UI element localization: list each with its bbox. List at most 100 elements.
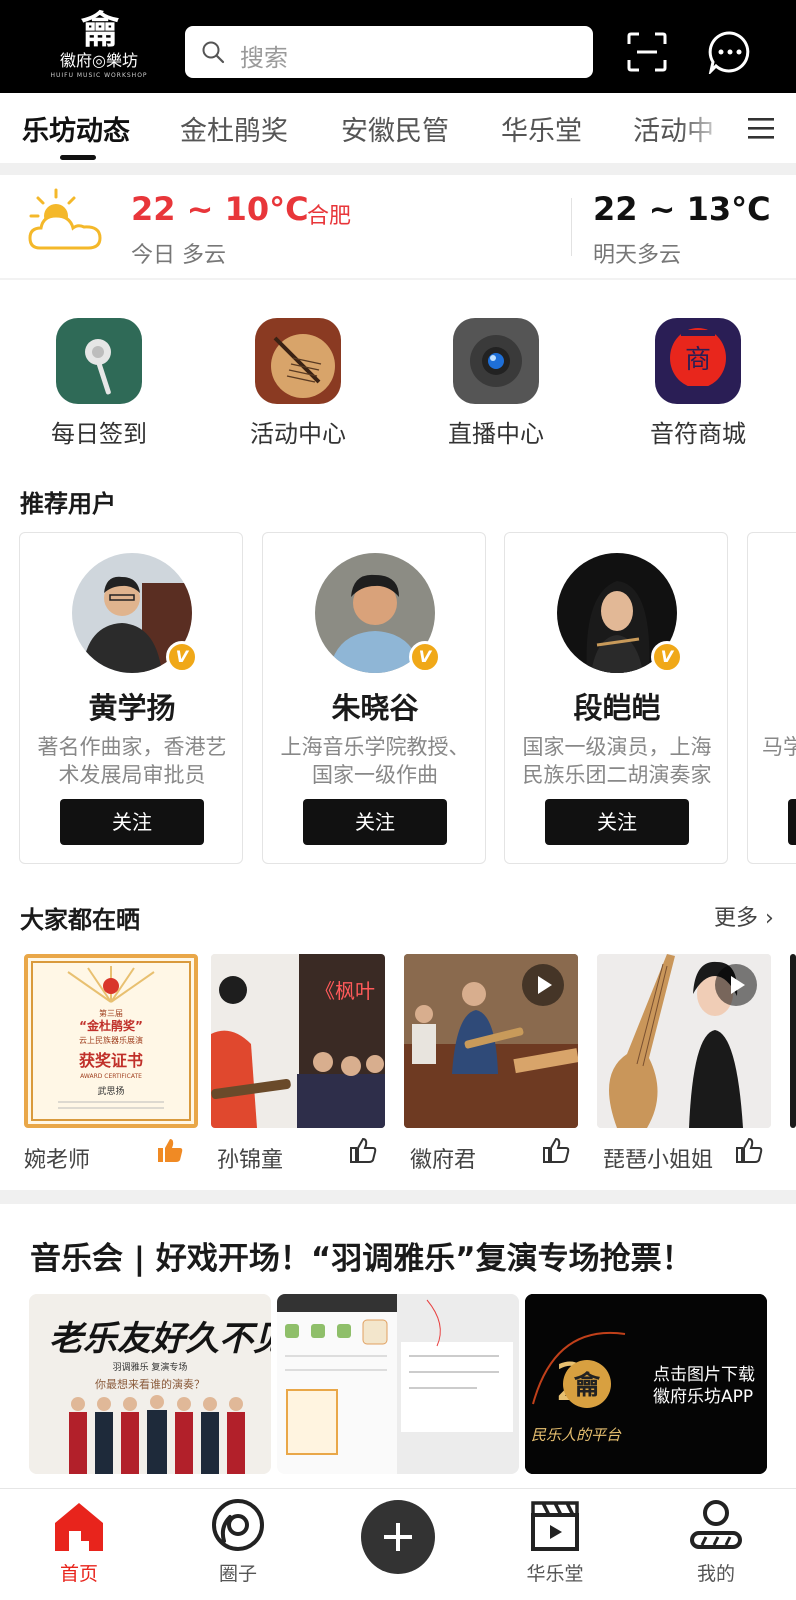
poster-title: 老乐友好久不见 [49,1319,271,1359]
live-center-label[interactable]: 直播中心 [426,414,566,449]
profile-icon [690,1500,742,1549]
tab-hualetang[interactable]: 华乐堂 [501,109,582,148]
circle-icon [212,1499,264,1551]
thumbs-up-icon[interactable] [735,1136,763,1164]
cert-event: 云上民族器乐展演 [79,1035,143,1045]
tab-golden-azalea[interactable]: 金杜鹃奖 [180,109,288,148]
app-root: 龠 徽府◎樂坊 HUIFU MUSIC WORKSHOP 搜索 乐坊动态 金杜鹃… [0,0,796,1600]
more-link[interactable]: 更多 › [714,900,774,932]
post-image-partial[interactable] [790,954,796,1128]
search-input[interactable]: 搜索 [185,26,593,78]
search-icon [202,41,225,64]
weather-divider-line [0,278,796,280]
poster-line: 你最想来看谁的演奏？ [95,1377,205,1391]
tab-lefang-news[interactable]: 乐坊动态 [22,109,130,148]
section-divider [0,163,796,175]
activity-center-icon[interactable] [255,318,341,404]
play-icon[interactable] [522,964,564,1006]
recommended-users-title: 推荐用户 [20,490,116,518]
user-card-partial[interactable]: 马学会 关注 [747,532,796,864]
post-image[interactable] [404,954,578,1128]
thumbs-up-icon[interactable] [349,1136,377,1164]
active-tab-indicator [60,155,96,160]
daily-checkin-icon[interactable] [56,318,142,404]
logo-name: 徽府◎樂坊 [60,51,138,70]
play-icon[interactable] [715,964,757,1006]
user-name: 段皑皑 [573,691,661,725]
post-image[interactable] [597,954,771,1128]
scan-icon[interactable] [625,30,669,74]
cert-en: AWARD CERTIFICATE [80,1073,142,1080]
post-author[interactable]: 婉老师 [24,1142,90,1174]
article-image[interactable] [277,1294,519,1474]
post-author[interactable]: 徽府君 [410,1142,476,1174]
daily-checkin-label[interactable]: 每日签到 [29,414,169,449]
clapperboard-icon [531,1501,579,1551]
note-mall-label[interactable]: 音符商城 [628,414,768,449]
nav-home[interactable]: 首页 [19,1497,139,1587]
user-name: 黄学扬 [88,691,176,725]
nav-home-label: 首页 [59,1563,98,1585]
tomorrow-weather-desc: 明天多云 [593,243,682,268]
follow-button[interactable]: 关注 [303,799,447,845]
tab-fade [680,93,730,163]
user-description: 著名作曲家，香港艺术发展局审批员 [37,735,227,787]
logo-mark: 龠 [80,8,119,52]
logo-subtitle: HUIFU MUSIC WORKSHOP [50,72,148,79]
verified-badge: V [166,641,198,673]
nav-circle-label: 圈子 [218,1563,257,1585]
activity-center-label[interactable]: 活动中心 [228,414,368,449]
partly-cloudy-icon [28,188,102,250]
live-center-icon[interactable] [453,318,539,404]
poster-subtitle: 羽调雅乐 复演专场 [113,1361,188,1373]
user-card[interactable]: V 段皑皑 国家一级演员，上海民族乐团二胡演奏家 关注 [504,532,728,864]
nav-circle[interactable]: 圈子 [178,1497,298,1587]
message-bubble-icon[interactable] [708,30,752,74]
tab-anhui-guan[interactable]: 安徽民管 [341,109,449,148]
posts-section-title: 大家都在晒 [20,906,140,934]
post-image[interactable]: 《枫叶 [211,954,385,1128]
thumbs-up-icon[interactable] [542,1136,570,1164]
nav-hualetang-label: 华乐堂 [526,1563,584,1585]
add-post-button[interactable] [361,1500,435,1574]
cert-edition: 第三届 [99,1008,123,1018]
search-placeholder: 搜索 [240,44,288,72]
user-card[interactable]: V 朱晓谷 上海音乐学院教授、国家一级作曲 关注 [262,532,486,864]
user-description: 上海音乐学院教授、国家一级作曲 [280,735,470,787]
menu-icon[interactable] [748,116,774,140]
follow-button[interactable]: 关注 [60,799,204,845]
weather-city[interactable]: 合肥 [307,198,351,230]
app-logo[interactable]: 龠 徽府◎樂坊 HUIFU MUSIC WORKSHOP [44,10,154,86]
promo-line2: 徽府乐坊APP [653,1387,753,1407]
more-label: 更多 [714,906,759,931]
user-description: 马学会 [762,735,796,759]
section-divider [0,1190,796,1204]
verified-badge: V [651,641,683,673]
note-mall-icon[interactable]: 商 [655,318,741,404]
user-card[interactable]: V 黄学扬 著名作曲家，香港艺术发展局审批员 关注 [19,532,243,864]
follow-button[interactable]: 关注 [788,799,796,845]
post-author[interactable]: 琵琶小姐姐 [603,1142,713,1174]
promo-slogan: 民乐人的平台 [531,1426,622,1444]
promo-logo-mark: 龠 [573,1370,600,1401]
chevron-right-icon: › [765,906,774,931]
cert-name: 武思扬 [97,1085,124,1097]
thumbs-up-icon[interactable] [156,1136,184,1164]
article-title[interactable]: 音乐会 | 好戏开场！“羽调雅乐”复演专场抢票！ [30,1233,693,1278]
follow-button[interactable]: 关注 [545,799,689,845]
user-name: 朱晓谷 [331,691,419,725]
today-weather-desc: 今日 多云 [131,243,226,268]
home-icon [55,1503,103,1551]
channel-tabs: 乐坊动态 金杜鹃奖 安徽民管 华乐堂 活动中 [0,93,796,163]
nav-hualetang[interactable]: 华乐堂 [495,1497,615,1587]
mall-glyph: 商 [685,345,711,375]
verified-badge: V [409,641,441,673]
post-image[interactable]: 第三届 “金杜鹃奖” 云上民族器乐展演 获奖证书 AWARD CERTIFICA… [24,954,198,1128]
post-author[interactable]: 孙锦童 [217,1142,283,1174]
nav-profile[interactable]: 我的 [656,1497,776,1587]
article-image[interactable]: 2. 龠 点击图片下载 徽府乐坊APP 民乐人的平台 [525,1294,767,1474]
today-temperature: 22 ~ 10°C [131,190,309,228]
article-image[interactable]: 老乐友好久不见 羽调雅乐 复演专场 你最想来看谁的演奏？ [29,1294,271,1474]
top-header: 龠 徽府◎樂坊 HUIFU MUSIC WORKSHOP 搜索 [0,0,796,93]
nav-profile-label: 我的 [696,1563,735,1585]
